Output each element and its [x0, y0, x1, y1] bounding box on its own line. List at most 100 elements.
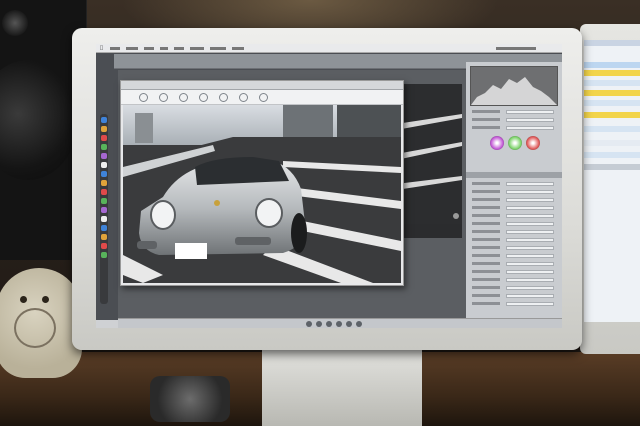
slider-label [472, 126, 500, 129]
metadata-value[interactable] [506, 238, 554, 242]
metadata-value[interactable] [506, 206, 554, 210]
red-eye-icon[interactable] [239, 93, 248, 102]
sheet-row [584, 62, 640, 68]
dock-app-icon[interactable] [101, 153, 107, 159]
previous-icon[interactable] [306, 321, 312, 327]
metadata-value[interactable] [506, 190, 554, 194]
slider-value[interactable] [506, 118, 554, 122]
dock-app-icon[interactable] [101, 126, 107, 132]
slider-label [472, 118, 500, 121]
color-wheel[interactable] [526, 136, 540, 150]
dock-app-icon[interactable] [101, 162, 107, 168]
sheet-row [584, 126, 640, 132]
forward-icon[interactable] [336, 321, 342, 327]
photo-toolbar [121, 90, 403, 105]
color-picker-icon[interactable] [259, 93, 268, 102]
metadata-label [472, 294, 500, 297]
metadata-value[interactable] [506, 254, 554, 258]
dock-app-icon[interactable] [101, 216, 107, 222]
secondary-preview [396, 84, 462, 238]
rotate-icon[interactable] [199, 93, 208, 102]
zoom-icon[interactable] [159, 93, 168, 102]
metadata-label [472, 222, 500, 225]
crop-icon[interactable] [179, 93, 188, 102]
menu-item[interactable] [190, 47, 204, 50]
metadata-row [472, 262, 558, 266]
menu-item[interactable] [144, 47, 154, 50]
photo-canvas[interactable] [123, 105, 401, 283]
metadata-row [472, 238, 558, 242]
metadata-value[interactable] [506, 230, 554, 234]
metadata-value[interactable] [506, 278, 554, 282]
menu-item[interactable] [210, 47, 226, 50]
metadata-value[interactable] [506, 246, 554, 250]
metadata-value[interactable] [506, 262, 554, 266]
metadata-value[interactable] [506, 294, 554, 298]
metadata-row [472, 246, 558, 250]
apple-icon[interactable]:  [100, 44, 103, 52]
dock-app-icon[interactable] [101, 144, 107, 150]
color-wheel[interactable] [490, 136, 504, 150]
rewind-icon[interactable] [316, 321, 322, 327]
menu-item[interactable] [174, 47, 184, 50]
dock-app-icon[interactable] [101, 207, 107, 213]
menu-item[interactable] [126, 47, 138, 50]
dock-app-icon[interactable] [101, 135, 107, 141]
metadata-value[interactable] [506, 222, 554, 226]
sheet-header [584, 40, 640, 46]
slider-row[interactable] [472, 110, 558, 114]
dock-app-icon[interactable] [101, 189, 107, 195]
window-titlebar[interactable] [121, 81, 403, 90]
menu-clock [496, 47, 536, 50]
dock-app-icon[interactable] [101, 171, 107, 177]
slider-value[interactable] [506, 110, 554, 114]
loop-icon[interactable] [356, 321, 362, 327]
metadata-row [472, 294, 558, 298]
sheet-row [584, 100, 640, 106]
metadata-row [472, 222, 558, 226]
menu-item[interactable] [160, 47, 168, 50]
metadata-row [472, 254, 558, 258]
dock-app-icon[interactable] [101, 234, 107, 240]
metadata-row [472, 286, 558, 290]
dock-app-icon[interactable] [101, 225, 107, 231]
metadata-value[interactable] [506, 286, 554, 290]
dock-app-icon[interactable] [101, 198, 107, 204]
sheet-row [584, 90, 640, 96]
second-monitor-screen [584, 40, 640, 322]
metadata-value[interactable] [506, 198, 554, 202]
metadata-value[interactable] [506, 182, 554, 186]
metadata-label [472, 286, 500, 289]
metadata-label [472, 246, 500, 249]
sheet-row [584, 140, 640, 146]
dock-app-icon[interactable] [101, 180, 107, 186]
metadata-value[interactable] [506, 214, 554, 218]
photo-editor-window[interactable] [120, 80, 404, 286]
color-wheel[interactable] [508, 136, 522, 150]
hand-icon[interactable] [139, 93, 148, 102]
porsche-photo [123, 105, 401, 283]
slider-row[interactable] [472, 126, 558, 130]
menu-bar:  [96, 44, 562, 53]
histogram [470, 66, 558, 106]
play-icon[interactable] [326, 321, 332, 327]
dock-app-icon[interactable] [101, 252, 107, 258]
slider-label [472, 110, 500, 113]
slider-value[interactable] [506, 126, 554, 130]
dock-app-icon[interactable] [101, 117, 107, 123]
metadata-value[interactable] [506, 302, 554, 306]
toy-face-ring [14, 308, 56, 348]
menu-item[interactable] [232, 47, 244, 50]
next-icon[interactable] [346, 321, 352, 327]
adjustments-inspector [466, 62, 562, 328]
metadata-value[interactable] [506, 270, 554, 274]
dock-app-icon[interactable] [101, 243, 107, 249]
metadata-label [472, 302, 500, 305]
metadata-label [472, 254, 500, 257]
dock [100, 114, 108, 304]
metadata-label [472, 230, 500, 233]
slider-row[interactable] [472, 118, 558, 122]
menu-item[interactable] [110, 47, 120, 50]
straighten-icon[interactable] [219, 93, 228, 102]
monitor-stand [262, 350, 422, 426]
